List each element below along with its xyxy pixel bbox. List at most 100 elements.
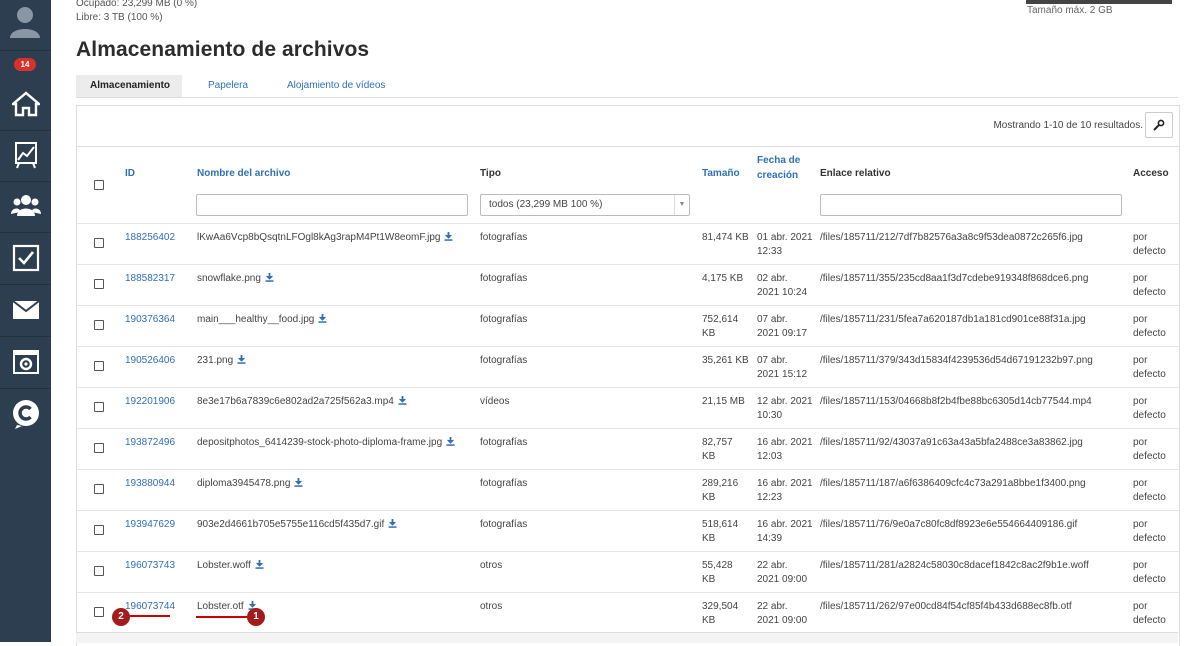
file-date: 07 abr. 2021 09:17	[757, 313, 807, 341]
row-checkbox[interactable]	[94, 361, 104, 371]
c-logo-icon	[12, 400, 39, 429]
file-name-cell: diploma3945478.png	[197, 477, 303, 491]
file-date-line2: 2021 10:24	[757, 287, 808, 298]
file-id-link[interactable]: 188582317	[125, 272, 175, 286]
file-id-link[interactable]: 190526406	[125, 354, 175, 368]
sidebar-item-mail[interactable]	[0, 284, 51, 336]
file-size: 21,15 MB	[702, 395, 745, 409]
users-icon	[10, 195, 41, 216]
sidebar-item-tasks[interactable]	[0, 232, 51, 284]
select-all-checkbox[interactable]	[94, 180, 104, 190]
row-checkbox[interactable]	[94, 484, 104, 494]
file-size-line1: 518,614	[702, 519, 739, 530]
file-id-link[interactable]: 192201906	[125, 395, 175, 409]
file-size-line1: 289,216	[702, 478, 739, 489]
home-icon	[11, 91, 40, 117]
file-id-link[interactable]: 196073743	[125, 559, 175, 573]
row-checkbox[interactable]	[94, 238, 104, 248]
row-checkbox[interactable]	[94, 566, 104, 576]
storage-used: Ocupado: 23,299 MB (0 %)	[76, 0, 198, 9]
row-checkbox[interactable]	[94, 279, 104, 289]
file-date: 22 abr. 2021 09:00	[757, 559, 807, 587]
table-row: 188582317 snowflake.png fotografías 4,175 K…	[77, 264, 1179, 306]
user-avatar-icon[interactable]	[8, 4, 42, 38]
column-header-date-line1: Fecha de	[757, 155, 801, 166]
download-icon[interactable]	[237, 355, 246, 364]
relative-link[interactable]: /files/185711/92/43037a91c63a43a5bfa2488…	[820, 436, 1083, 450]
row-checkbox[interactable]	[94, 320, 104, 330]
upload-button-edge[interactable]	[1026, 0, 1172, 4]
download-icon[interactable]	[398, 396, 407, 405]
tab-storage[interactable]: Almacenamiento	[76, 75, 182, 97]
file-id-link[interactable]: 188256402	[125, 231, 175, 245]
download-icon[interactable]	[444, 232, 453, 241]
tab-trash[interactable]: Papelera	[194, 75, 262, 97]
download-icon[interactable]	[446, 437, 455, 446]
notification-badge[interactable]: 14	[14, 58, 36, 71]
file-size-line1: 82,757	[702, 437, 733, 448]
file-name: 903e2d4661b705e5755e116cd5f435d7.gif	[197, 519, 385, 530]
file-id-link[interactable]: 196073744	[125, 600, 175, 614]
file-access: por defecto	[1133, 559, 1166, 587]
column-header-name[interactable]: Nombre del archivo	[197, 168, 290, 179]
file-access: por defecto	[1133, 477, 1166, 505]
sidebar-item-settings[interactable]	[0, 336, 51, 388]
file-access-line2: defecto	[1133, 328, 1166, 339]
chart-icon	[14, 142, 37, 169]
relative-link[interactable]: /files/185711/262/97e00cd84f54cf85f4b433…	[820, 600, 1072, 614]
row-checkbox[interactable]	[94, 402, 104, 412]
row-checkbox[interactable]	[94, 525, 104, 535]
file-name: lKwAa6Vcp8bQsqtnLFOgl8kAg3rapM4Pt1W8eomF…	[197, 232, 441, 243]
column-header-size[interactable]: Tamaño	[702, 168, 740, 179]
table-settings-button[interactable]	[1145, 112, 1173, 138]
settings-window-icon	[12, 350, 39, 374]
column-header-date[interactable]: Fecha de creación	[757, 153, 800, 183]
relative-link[interactable]: /files/185711/281/a2824c58030c8dacef1842…	[820, 559, 1089, 573]
file-access-line1: por	[1133, 355, 1148, 366]
file-size-line2: KB	[702, 533, 716, 544]
sidebar-item-home[interactable]	[0, 78, 51, 130]
download-icon[interactable]	[294, 478, 303, 487]
file-id-link[interactable]: 190376364	[125, 313, 175, 327]
tab-video-hosting[interactable]: Alojamiento de vídeos	[273, 75, 399, 97]
row-checkbox[interactable]	[94, 443, 104, 453]
file-access: por defecto	[1133, 272, 1166, 300]
relative-link[interactable]: /files/185711/355/235cd8aa1f3d7cdebe9193…	[820, 272, 1088, 286]
file-size: 289,216 KB	[702, 477, 738, 505]
file-access-line1: por	[1133, 437, 1148, 448]
file-type: fotografías	[480, 519, 528, 530]
download-icon[interactable]	[388, 519, 397, 528]
relative-link[interactable]: /files/185711/231/5fea7a620187db1a181cd9…	[820, 313, 1086, 327]
column-header-type: Tipo	[480, 168, 501, 179]
column-header-id[interactable]: ID	[125, 168, 135, 179]
file-id-link[interactable]: 193880944	[125, 477, 175, 491]
file-size-line1: 55,428	[702, 560, 733, 571]
type-filter-select[interactable]: todos (23,299 MB 100 %) ▼	[480, 194, 690, 216]
link-filter-input[interactable]	[820, 194, 1122, 216]
sidebar-item-reports[interactable]	[0, 129, 51, 181]
file-access: por defecto	[1133, 436, 1166, 464]
file-id-link[interactable]: 193947629	[125, 518, 175, 532]
row-checkbox[interactable]	[94, 607, 104, 617]
relative-link[interactable]: /files/185711/379/343d15834f4239536d54d6…	[820, 354, 1093, 368]
relative-link[interactable]: /files/185711/76/9e0a7c80fc8df8923e6e554…	[820, 518, 1077, 532]
file-type: fotografías	[480, 273, 528, 284]
sidebar-item-logo[interactable]	[0, 388, 51, 440]
sidebar: 14	[0, 0, 51, 642]
storage-free: Libre: 3 TB (100 %)	[76, 12, 163, 23]
relative-link[interactable]: /files/185711/212/7df7b82576a3a8c9f53dea…	[820, 231, 1083, 245]
table-footer	[76, 632, 1178, 643]
name-filter-input[interactable]	[196, 194, 468, 216]
download-icon[interactable]	[255, 560, 264, 569]
relative-link[interactable]: /files/185711/153/04668b8f2b4fbe88bc6305…	[820, 395, 1092, 409]
sidebar-item-users[interactable]	[0, 180, 51, 232]
file-access-line1: por	[1133, 273, 1148, 284]
file-date: 16 abr. 2021 12:23	[757, 477, 813, 505]
download-icon[interactable]	[265, 273, 274, 282]
relative-link[interactable]: /files/185711/187/a6f6386409cfc4c73a291a…	[820, 477, 1086, 491]
file-id-link[interactable]: 193872496	[125, 436, 175, 450]
file-access-line2: defecto	[1133, 287, 1166, 298]
download-icon[interactable]	[318, 314, 327, 323]
file-size-line2: KB	[702, 328, 716, 339]
file-size: 752,614 KB	[702, 313, 738, 341]
